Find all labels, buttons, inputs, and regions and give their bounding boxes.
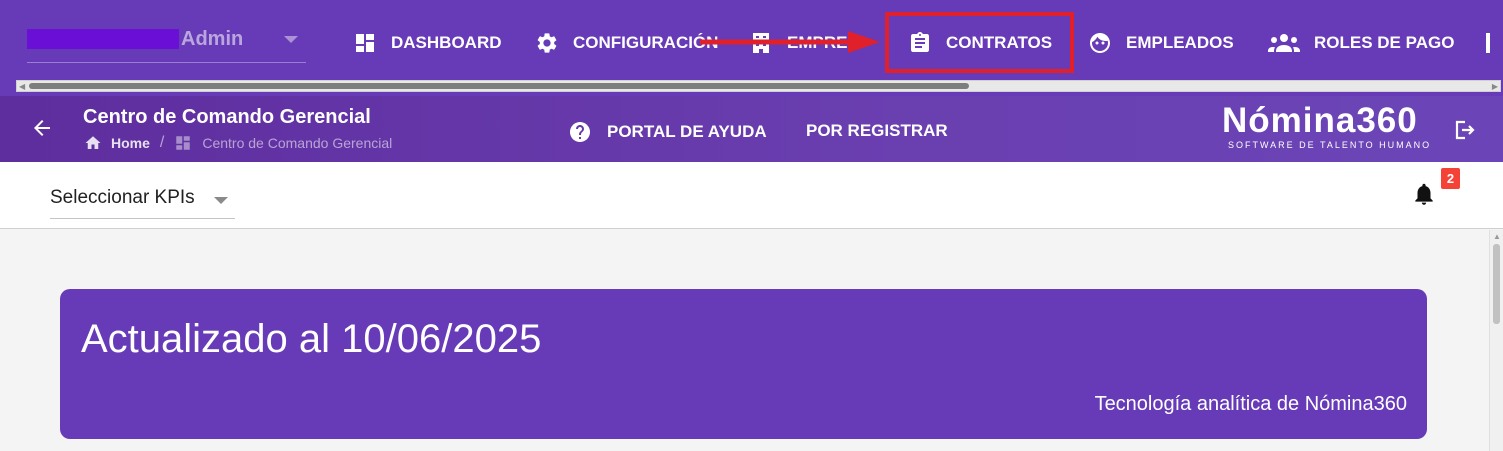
nav-item-dashboard[interactable]: DASHBOARD [353, 28, 502, 58]
dashboard-icon [356, 34, 374, 52]
dashboard-icon [176, 136, 191, 150]
top-nav: Admin DASHBOARD CONFIGURACIÓN EMPRESA CO… [0, 0, 1503, 96]
breadcrumb-home[interactable]: Home [83, 134, 150, 152]
vertical-scrollbar-thumb[interactable] [1493, 244, 1500, 324]
chevron-down-icon [284, 36, 298, 43]
nav-item-configuracion[interactable]: CONFIGURACIÓN [535, 28, 718, 58]
brand-tagline: SOFTWARE DE TALENTO HUMANO [1228, 140, 1432, 150]
update-banner: Actualizado al 10/06/2025 Tecnología ana… [60, 289, 1427, 439]
brand-name: Nómina360 [1222, 101, 1418, 140]
horizontal-scrollbar[interactable]: ◀ ▶ [16, 80, 1501, 92]
nav-item-label: DASHBOARD [391, 33, 502, 52]
brand-logo: Nómina360 SOFTWARE DE TALENTO HUMANO [1222, 102, 1452, 154]
main-content: Actualizado al 10/06/2025 Tecnología ana… [0, 230, 1503, 451]
chevron-down-icon [214, 197, 228, 204]
face-icon [1090, 33, 1110, 53]
breadcrumb-current: Centro de Comando Gerencial [174, 134, 392, 152]
bell-icon[interactable] [1411, 180, 1437, 208]
back-arrow-icon[interactable] [30, 116, 54, 140]
kpi-select[interactable]: Seleccionar KPIs [50, 177, 235, 219]
breadcrumb-home-label: Home [111, 135, 150, 151]
breadcrumb-separator: / [159, 134, 165, 151]
page-title: Centro de Comando Gerencial [83, 106, 371, 128]
nav-item-empleados[interactable]: EMPLEADOS [1088, 28, 1234, 58]
nav-item-label: EMPLEADOS [1126, 33, 1234, 52]
user-role-label: Admin [181, 28, 244, 50]
gear-icon [537, 33, 557, 53]
user-select[interactable]: Admin [27, 24, 306, 63]
nav-item-label: ROLES DE PAGO [1314, 33, 1455, 52]
annotation-highlight-box [885, 12, 1074, 73]
help-portal-link[interactable]: PORTAL DE AYUDA [568, 120, 767, 144]
por-registrar-link[interactable]: POR REGISTRAR [806, 121, 948, 141]
help-icon [570, 122, 590, 142]
vertical-scrollbar[interactable]: ▲ [1489, 230, 1503, 451]
nav-item-label: CONFIGURACIÓN [573, 33, 719, 52]
scrollbar-thumb[interactable] [29, 83, 969, 89]
logout-icon[interactable] [1452, 118, 1476, 142]
kpi-select-label: Seleccionar KPIs [50, 187, 195, 208]
home-icon [85, 136, 101, 149]
nav-item-roles-de-pago[interactable]: ROLES DE PAGO [1268, 28, 1454, 58]
page-header: Centro de Comando Gerencial Home / Centr… [0, 96, 1503, 162]
nav-item-overflow[interactable] [1472, 28, 1490, 58]
redacted-username [27, 29, 179, 49]
people-icon [1268, 34, 1300, 52]
help-portal-label: PORTAL DE AYUDA [607, 122, 767, 141]
breadcrumb: Home / Centro de Comando Gerencial [83, 134, 392, 152]
banner-title: Actualizado al 10/06/2025 [81, 317, 542, 361]
notification-badge: 2 [1441, 168, 1460, 189]
scroll-right-icon[interactable]: ▶ [1492, 82, 1498, 91]
kpi-toolbar: Seleccionar KPIs 2 [0, 162, 1503, 229]
breadcrumb-current-label: Centro de Comando Gerencial [202, 135, 393, 151]
scroll-left-icon[interactable]: ◀ [19, 82, 25, 91]
annotation-arrow [700, 31, 880, 53]
banner-subtitle: Tecnología analítica de Nómina360 [1094, 393, 1407, 415]
scroll-up-icon[interactable]: ▲ [1493, 232, 1501, 241]
